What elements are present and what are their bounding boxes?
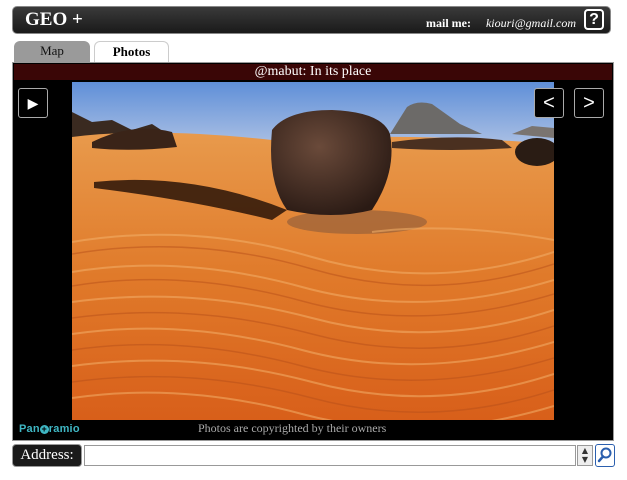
mail-label: mail me: — [425, 16, 471, 30]
panoramio-logo[interactable]: Pan + ramio — [19, 423, 80, 435]
contact-info: mail me: kiouri@gmail.com — [426, 16, 576, 31]
spinner-icon[interactable]: ▲ ▼ — [577, 445, 593, 466]
photo-panel: @mabut: In its place ▶ < > Pan + ramio P… — [12, 62, 614, 441]
photo-image[interactable] — [72, 82, 554, 420]
help-icon[interactable]: ? — [584, 9, 604, 30]
tab-photos[interactable]: Photos — [94, 41, 169, 63]
next-arrow-icon[interactable]: > — [574, 88, 604, 118]
app-header: GEO + mail me: kiouri@gmail.com ? — [12, 6, 611, 34]
address-input[interactable] — [84, 445, 576, 466]
desert-photo — [72, 82, 554, 420]
photo-caption: @mabut: In its place — [14, 64, 612, 80]
logo-text-start: Pan — [19, 423, 40, 435]
play-icon[interactable]: ▶ — [18, 88, 48, 118]
search-icon — [597, 447, 612, 463]
address-bar: Address: ▲ ▼ — [12, 444, 615, 467]
tab-map[interactable]: Map — [14, 41, 90, 63]
search-button[interactable] — [595, 444, 615, 467]
logo-globe-icon: + — [39, 423, 49, 434]
copyright-notice: Photos are copyrighted by their owners — [198, 421, 387, 435]
address-label: Address: — [12, 444, 82, 467]
logo-text-end: ramio — [48, 423, 80, 435]
prev-arrow-icon[interactable]: < — [534, 88, 564, 118]
app-title: GEO + — [25, 9, 83, 30]
mail-link[interactable]: kiouri@gmail.com — [486, 16, 576, 30]
